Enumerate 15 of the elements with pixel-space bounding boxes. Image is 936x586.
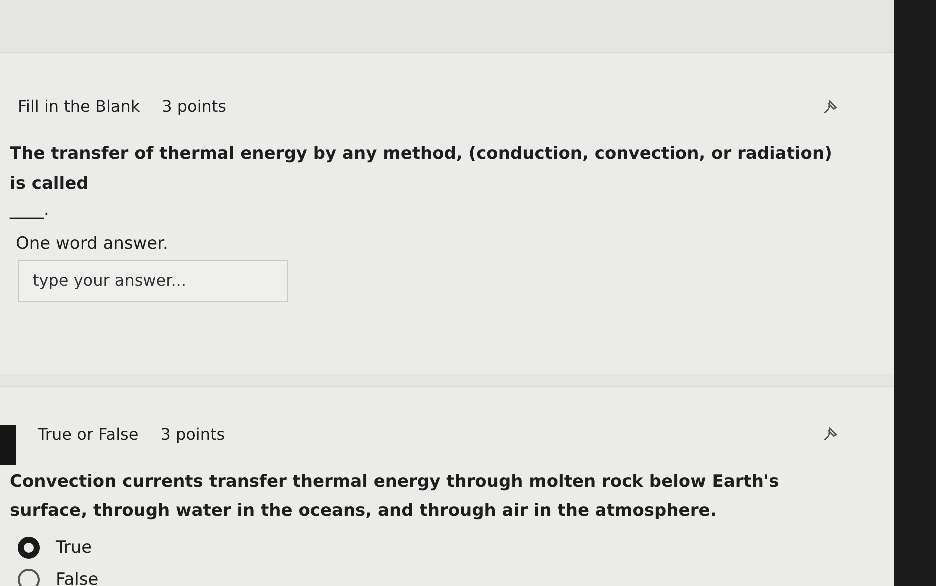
blank-line: ____. [10,200,50,220]
question-type: Fill in the Blank [18,97,140,116]
pin-icon[interactable] [822,98,840,116]
radio-button[interactable] [18,537,40,559]
points-label: 3 points [162,97,228,116]
points-label: 3 points [160,424,226,444]
option-label[interactable]: False [56,570,99,586]
radio-button[interactable] [18,569,40,586]
instruction-text: One word answer. [16,234,170,254]
answer-field[interactable]: type your answer... [18,260,288,302]
question-text: Convection currents transfer thermal energy through molten rock below Earth's surface, through water in the oceans, and through air in the atmosphere. [10,470,780,524]
option-label[interactable]: True [56,538,92,558]
pin-icon[interactable] [822,425,840,443]
question-type: True or False [38,424,139,444]
question-text: The transfer of thermal energy by any method, (conduction, convection, or radiation) is called [10,143,834,196]
